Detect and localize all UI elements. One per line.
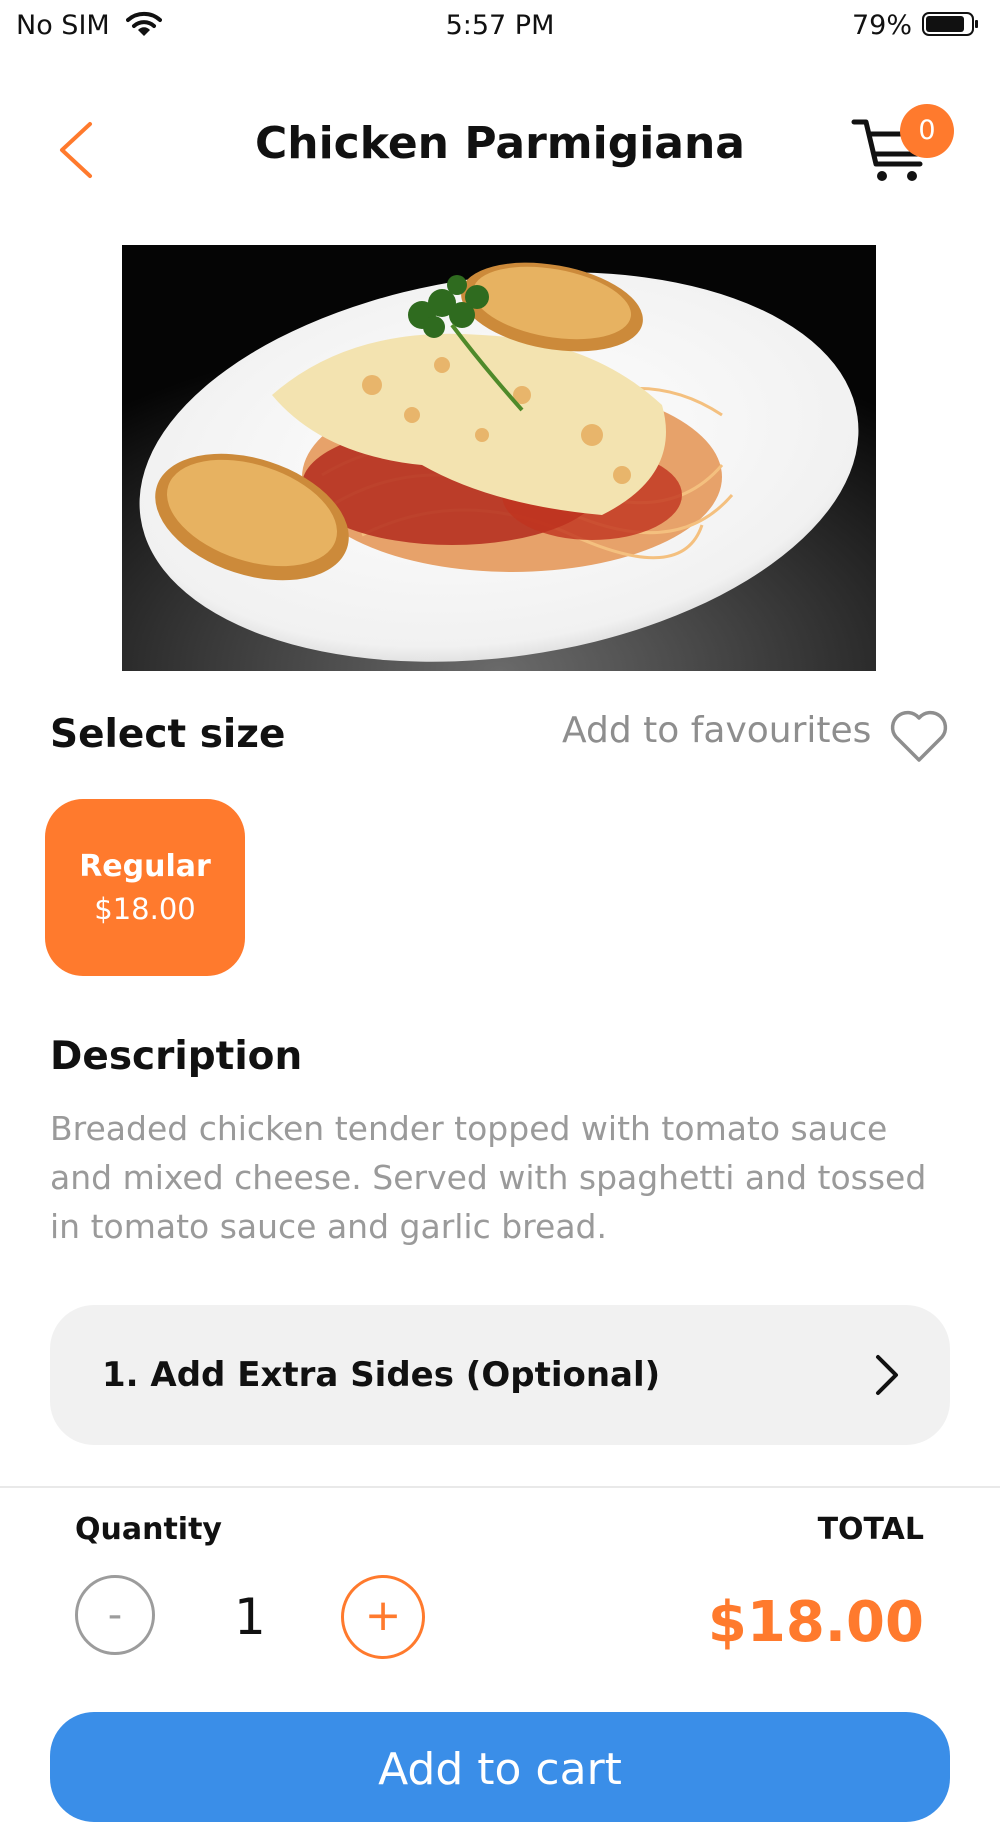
chevron-right-icon xyxy=(876,1355,898,1395)
heart-icon[interactable] xyxy=(888,706,950,764)
quantity-label: Quantity xyxy=(75,1512,222,1547)
extra-sides-label: 1. Add Extra Sides (Optional) xyxy=(102,1355,661,1395)
size-option-price: $18.00 xyxy=(94,892,196,926)
cart-count-badge: 0 xyxy=(900,104,954,158)
increase-quantity-button[interactable]: + xyxy=(341,1575,425,1659)
battery-percent: 79% xyxy=(851,10,912,41)
description-text: Breaded chicken tender topped with tomat… xyxy=(50,1109,927,1246)
add-to-cart-button[interactable]: Add to cart xyxy=(50,1712,950,1822)
clock: 5:57 PM xyxy=(445,10,555,41)
decrease-quantity-button[interactable]: - xyxy=(75,1575,155,1655)
total-price: $18.00 xyxy=(707,1590,924,1655)
size-option-name: Regular xyxy=(79,849,211,884)
add-to-favourites-label[interactable]: Add to favourites xyxy=(562,710,871,751)
battery-icon xyxy=(922,12,978,36)
dish-photo xyxy=(122,245,876,671)
quantity-value: 1 xyxy=(234,1588,266,1646)
divider xyxy=(0,1486,1000,1488)
description-heading: Description xyxy=(50,1034,303,1079)
status-bar: No SIM 5:57 PM 79% xyxy=(0,0,1000,50)
total-label: TOTAL xyxy=(817,1512,924,1547)
size-option-regular[interactable]: Regular $18.00 xyxy=(45,799,245,976)
extra-sides-option[interactable]: 1. Add Extra Sides (Optional) xyxy=(50,1305,950,1445)
select-size-heading: Select size xyxy=(50,712,286,757)
